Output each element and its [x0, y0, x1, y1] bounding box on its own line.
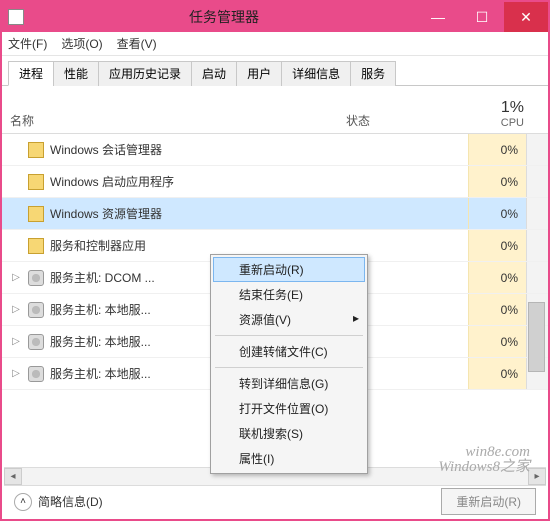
process-name-cell: Windows 启动应用程序	[10, 173, 348, 190]
process-name: 服务主机: 本地服...	[50, 365, 151, 382]
scroll-gutter	[526, 262, 548, 293]
process-name: Windows 会话管理器	[50, 141, 162, 158]
folder-icon	[28, 238, 44, 254]
folder-icon	[28, 142, 44, 158]
column-headers: 名称 状态 1% CPU	[2, 86, 548, 134]
process-name-cell: 服务和控制器应用	[10, 237, 348, 254]
scroll-gutter	[526, 134, 548, 165]
context-menu: 重新启动(R) 结束任务(E) 资源值(V)▸ 创建转储文件(C) 转到详细信息…	[210, 254, 368, 474]
folder-icon	[28, 174, 44, 190]
scroll-right-button[interactable]: ▸	[528, 468, 546, 485]
process-name-cell: Windows 会话管理器	[10, 141, 348, 158]
fewer-details-label: 简略信息(D)	[38, 493, 103, 510]
expand-icon[interactable]: ▷	[10, 336, 22, 347]
ctx-search-online[interactable]: 联机搜索(S)	[213, 421, 365, 446]
expand-icon[interactable]: ▷	[10, 304, 22, 315]
expand-icon[interactable]: ▷	[10, 272, 22, 283]
menubar: 文件(F) 选项(O) 查看(V)	[2, 32, 548, 56]
process-name: 服务主机: 本地服...	[50, 301, 151, 318]
process-name: 服务主机: DCOM ...	[50, 269, 155, 286]
process-name: Windows 启动应用程序	[50, 173, 174, 190]
process-name: 服务和控制器应用	[50, 237, 146, 254]
scroll-gutter	[526, 230, 548, 261]
process-cpu-cell: 0%	[468, 166, 526, 197]
table-row[interactable]: Windows 会话管理器 0%	[2, 134, 548, 166]
process-cpu-cell: 0%	[468, 294, 526, 325]
scroll-gutter	[526, 166, 548, 197]
cpu-label: CPU	[466, 117, 524, 129]
ctx-end-task[interactable]: 结束任务(E)	[213, 282, 365, 307]
process-cpu-cell: 0%	[468, 198, 526, 229]
fewer-details-button[interactable]: ˄ 简略信息(D)	[14, 493, 103, 511]
tab-app-history[interactable]: 应用历史记录	[98, 61, 192, 86]
scroll-left-button[interactable]: ◂	[4, 468, 22, 485]
tab-startup[interactable]: 启动	[191, 61, 237, 86]
ctx-resource-values[interactable]: 资源值(V)▸	[213, 307, 365, 332]
ctx-properties[interactable]: 属性(I)	[213, 446, 365, 471]
process-name-cell: Windows 资源管理器	[10, 205, 348, 222]
tabs: 进程 性能 应用历史记录 启动 用户 详细信息 服务	[2, 56, 548, 86]
process-name: Windows 资源管理器	[50, 205, 162, 222]
ctx-create-dump[interactable]: 创建转储文件(C)	[213, 339, 365, 364]
column-name[interactable]: 名称	[10, 112, 346, 129]
menu-view[interactable]: 查看(V)	[117, 35, 157, 52]
footer: ˄ 简略信息(D) 重新启动(R)	[4, 485, 546, 517]
window-buttons: — ☐ ✕	[416, 2, 548, 32]
titlebar[interactable]: 任务管理器 — ☐ ✕	[2, 2, 548, 32]
process-cpu-cell: 0%	[468, 262, 526, 293]
ctx-restart[interactable]: 重新启动(R)	[213, 257, 365, 282]
window-title: 任务管理器	[32, 7, 416, 27]
process-cpu-cell: 0%	[468, 326, 526, 357]
ctx-separator	[215, 367, 363, 368]
menu-file[interactable]: 文件(F)	[8, 35, 47, 52]
gear-icon	[28, 366, 44, 382]
column-status[interactable]: 状态	[346, 112, 466, 129]
task-manager-window: 任务管理器 — ☐ ✕ 文件(F) 选项(O) 查看(V) 进程 性能 应用历史…	[0, 0, 550, 521]
process-cpu-cell: 0%	[468, 230, 526, 261]
tab-services[interactable]: 服务	[350, 61, 396, 86]
tab-details[interactable]: 详细信息	[281, 61, 351, 86]
menu-options[interactable]: 选项(O)	[61, 35, 102, 52]
submenu-arrow-icon: ▸	[353, 311, 359, 325]
tab-processes[interactable]: 进程	[8, 61, 54, 86]
process-cpu-cell: 0%	[468, 134, 526, 165]
tab-performance[interactable]: 性能	[53, 61, 99, 86]
process-name: 服务主机: 本地服...	[50, 333, 151, 350]
minimize-button[interactable]: —	[416, 2, 460, 32]
gear-icon	[28, 270, 44, 286]
restart-action-button[interactable]: 重新启动(R)	[441, 488, 536, 515]
close-button[interactable]: ✕	[504, 2, 548, 32]
chevron-up-icon: ˄	[14, 493, 32, 511]
maximize-button[interactable]: ☐	[460, 2, 504, 32]
ctx-open-location[interactable]: 打开文件位置(O)	[213, 396, 365, 421]
table-row[interactable]: Windows 资源管理器 0%	[2, 198, 548, 230]
vertical-scrollbar-thumb[interactable]	[528, 302, 545, 372]
folder-icon	[28, 206, 44, 222]
column-cpu[interactable]: 1% CPU	[466, 99, 524, 129]
table-row[interactable]: Windows 启动应用程序 0%	[2, 166, 548, 198]
expand-icon[interactable]: ▷	[10, 368, 22, 379]
ctx-separator	[215, 335, 363, 336]
gear-icon	[28, 334, 44, 350]
gear-icon	[28, 302, 44, 318]
scroll-gutter	[526, 198, 548, 229]
ctx-go-details[interactable]: 转到详细信息(G)	[213, 371, 365, 396]
cpu-total-pct: 1%	[466, 99, 524, 117]
process-cpu-cell: 0%	[468, 358, 526, 389]
tab-users[interactable]: 用户	[236, 61, 282, 86]
app-icon	[8, 9, 24, 25]
